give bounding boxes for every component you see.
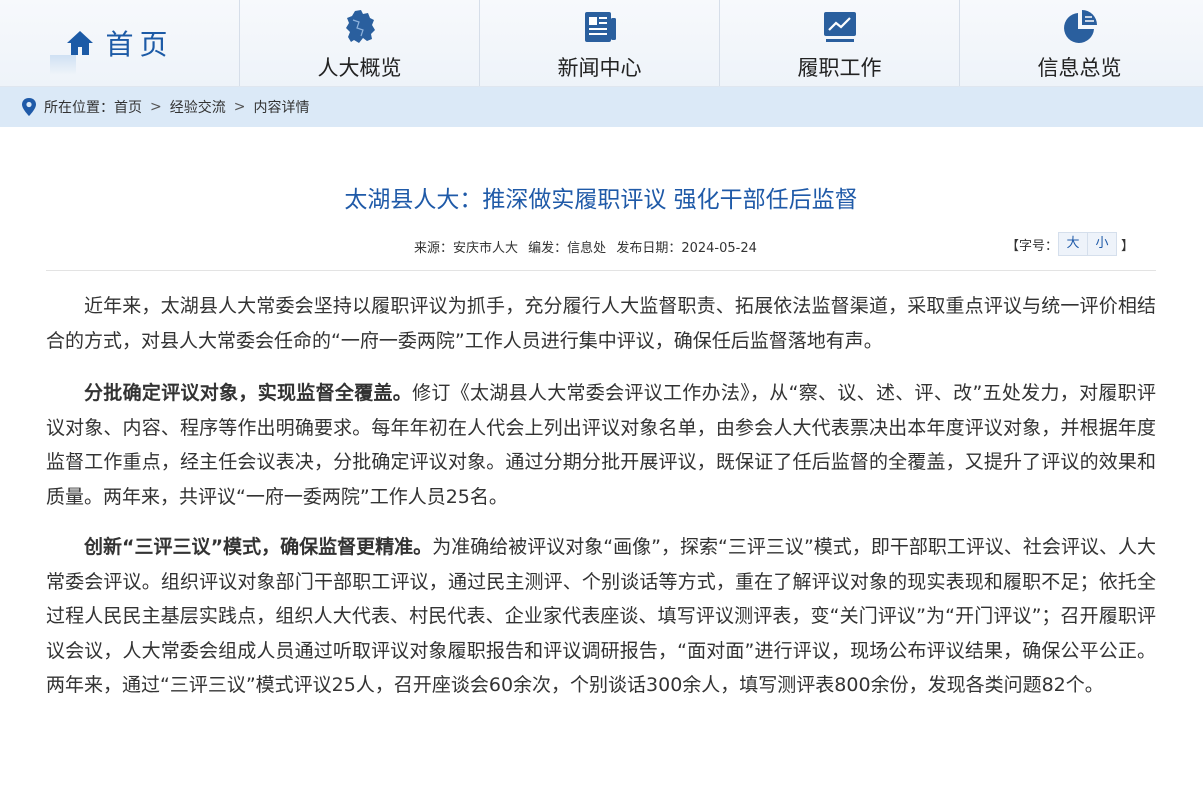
article-paragraph: 分批确定评议对象，实现监督全覆盖。修订《太湖县人大常委会评议工作办法》，从“察、… [46, 376, 1156, 514]
article-editor: 编发：信息处 [528, 241, 607, 256]
font-size-close: 】 [1120, 238, 1134, 254]
article-title: 太湖县人大：推深做实履职评议 强化干部任后监督 [344, 187, 858, 213]
article-source: 来源：安庆市人大 [414, 241, 519, 256]
paragraph-heading: 创新“三评三议”模式，确保监督更精准。 [84, 536, 433, 558]
breadcrumb-home[interactable]: 首页 [114, 97, 142, 117]
pie-chart-icon [1063, 10, 1097, 43]
nav-item-info[interactable]: 信息总览 [960, 0, 1199, 86]
nav-item-label: 信息总览 [1037, 56, 1122, 80]
article-meta: 来源：安庆市人大 编发：信息处 发布日期：2024-05-24 【字号： 大 小… [46, 232, 1156, 271]
breadcrumb-separator: > [233, 99, 246, 115]
font-size-small-button[interactable]: 小 [1087, 232, 1117, 256]
breadcrumb: 所在位置： 首页 > 经验交流 > 内容详情 [0, 87, 1203, 127]
home-underline [50, 55, 76, 75]
newspaper-icon [584, 12, 616, 42]
breadcrumb-prefix: 所在位置： [44, 100, 114, 116]
nav-item-duties[interactable]: 履职工作 [720, 0, 960, 86]
article-date: 发布日期：2024-05-24 [616, 241, 757, 256]
breadcrumb-current: 内容详情 [253, 100, 310, 116]
article-paragraph: 近年来，太湖县人大常委会坚持以履职评议为抓手，充分履行人大监督职责、拓展依法监督… [46, 289, 1156, 358]
nav-item-news[interactable]: 新闻中心 [480, 0, 720, 86]
paragraph-text: 近年来，太湖县人大常委会坚持以履职评议为抓手，充分履行人大监督职责、拓展依法监督… [46, 295, 1156, 352]
chart-screen-icon [823, 12, 856, 42]
font-size-control: 【字号： 大 小 】 [1006, 232, 1138, 256]
article: 太湖县人大：推深做实履职评议 强化干部任后监督 来源：安庆市人大 编发：信息处 … [46, 184, 1156, 703]
nav-item-overview[interactable]: 人大概览 [240, 0, 480, 86]
nav-item-label: 人大概览 [317, 56, 402, 80]
paragraph-text: 为准确给被评议对象“画像”，探索“三评三议”模式，即干部职工评议、社会评议、人大… [46, 536, 1156, 696]
home-icon [67, 31, 94, 55]
article-paragraph: 创新“三评三议”模式，确保监督更精准。为准确给被评议对象“画像”，探索“三评三议… [46, 530, 1156, 703]
font-size-label: 【字号： [1005, 238, 1058, 254]
nav-item-label: 新闻中心 [557, 56, 642, 80]
map-icon [345, 10, 375, 43]
nav-item-label: 履职工作 [797, 56, 882, 80]
font-size-large-button[interactable]: 大 [1057, 232, 1088, 256]
nav-home-label: 首页 [105, 28, 174, 61]
nav-home[interactable]: 首页 [0, 0, 240, 86]
paragraph-heading: 分批确定评议对象，实现监督全覆盖。 [84, 382, 413, 404]
location-pin-icon [22, 98, 36, 116]
breadcrumb-separator: > [150, 99, 162, 115]
breadcrumb-experience[interactable]: 经验交流 [170, 97, 226, 117]
top-navigation: 首页 人大概览 新闻中心 履职工作 信息总览 [0, 0, 1203, 87]
